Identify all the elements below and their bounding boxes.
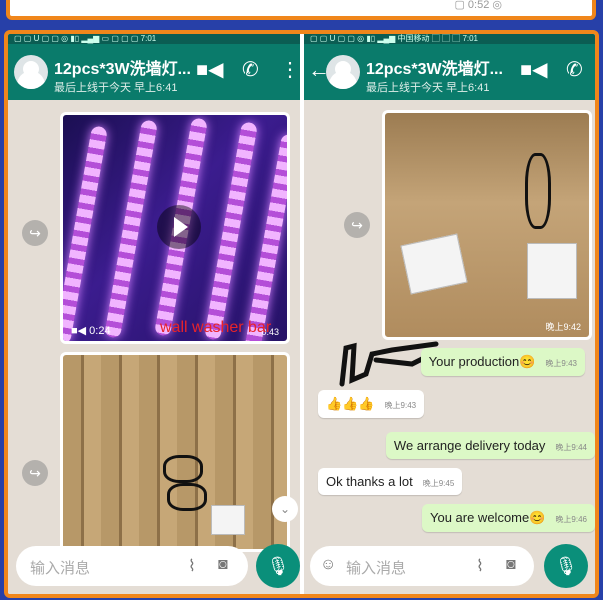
forward-icon[interactable]: ↪ [22, 220, 48, 246]
video-duration-text: 0:24 [89, 325, 111, 337]
camera-icon[interactable]: ◙ [218, 556, 228, 574]
play-icon[interactable] [157, 205, 201, 249]
chat-title[interactable]: 12pcs*3W洗墙灯... [54, 55, 191, 79]
message-placeholder: 输入消息 [346, 560, 407, 577]
video-call-icon[interactable]: ■◀ [196, 58, 223, 82]
cable-shape [163, 455, 203, 483]
video-duration: ■◀ 0:24 [71, 324, 111, 337]
paper-sheet [400, 233, 468, 295]
camera-icon[interactable]: ◙ [506, 556, 516, 574]
phone-icon[interactable]: ✆ [566, 58, 583, 82]
paper-sheet [211, 505, 245, 535]
chat-title[interactable]: 12pcs*3W洗墙灯... [366, 55, 503, 79]
emoji-icon[interactable]: ☺ [320, 556, 336, 574]
message-text: 👍👍👍 [326, 396, 375, 411]
video-message[interactable]: ■◀ 0:24 0:43 [60, 112, 290, 344]
outgoing-message[interactable]: We arrange delivery today 晚上9:44 [385, 432, 595, 459]
message-text: You are welcome😊 [429, 510, 546, 525]
cable-shape [525, 153, 551, 229]
message-time: 晚上9:43 [545, 359, 577, 368]
image-message[interactable] [60, 352, 290, 552]
message-input[interactable]: 输入消息 ⌇ ◙ [16, 546, 248, 586]
right-chat-panel: ▢ ▢ U ▢ ▢ ◎ ▮▯ ▂▄▆ 中国移动 ▢ ▢ ▢ 7:01 ← 12p… [304, 34, 595, 594]
menu-icon[interactable]: ⋮ [280, 58, 300, 82]
outgoing-message[interactable]: Your production😊 晚上9:43 [420, 348, 585, 376]
message-time: 晚上9:42 [545, 322, 581, 332]
status-bar: ▢ ▢ U ▢ ▢ ◎ ▮▯ ▂▄▆ 中国移动 ▢ ▢ ▢ 7:01 [304, 34, 595, 44]
outgoing-message[interactable]: You are welcome😊 晚上9:46 [421, 504, 595, 532]
chat-header: 12pcs*3W洗墙灯... 最后上线于今天 早上6:41 ■◀ ✆ ⋮ [8, 44, 300, 100]
message-time: 晚上9:44 [555, 443, 587, 452]
message-time: 晚上9:46 [555, 515, 587, 524]
chat-subtitle: 最后上线于今天 早上6:41 [54, 82, 178, 94]
message-placeholder: 输入消息 [30, 560, 91, 577]
previous-screenshot-text: ▢ 0:52 ◎ [454, 0, 502, 11]
attach-icon[interactable]: ⌇ [188, 556, 196, 576]
mic-icon[interactable]: 🎙 [544, 544, 588, 588]
camcorder-icon: ■◀ [71, 325, 90, 337]
message-time: 晚上9:43 [384, 401, 417, 410]
forward-icon[interactable]: ↪ [22, 460, 48, 486]
image-caption: wall washer bar [160, 319, 272, 336]
chevron-down-icon[interactable]: ⌄ [272, 496, 298, 522]
contact-avatar[interactable] [14, 55, 48, 89]
phone-icon[interactable]: ✆ [242, 58, 259, 82]
forward-icon[interactable]: ↪ [344, 212, 370, 238]
message-time: 晚上9:45 [422, 479, 455, 488]
screenshot-frame: ▢ ▢ U ▢ ▢ ◎ ▮▯ ▂▄▆ ▭ ▢ ▢ ▢ 7:01 12pcs*3W… [4, 30, 599, 598]
incoming-message[interactable]: Ok thanks a lot 晚上9:45 [318, 468, 463, 495]
status-bar: ▢ ▢ U ▢ ▢ ◎ ▮▯ ▂▄▆ ▭ ▢ ▢ ▢ 7:01 [8, 34, 300, 44]
left-chat-panel: ▢ ▢ U ▢ ▢ ◎ ▮▯ ▂▄▆ ▭ ▢ ▢ ▢ 7:01 12pcs*3W… [8, 34, 300, 594]
incoming-message[interactable]: 👍👍👍 晚上9:43 [318, 390, 425, 418]
chat-header: ← 12pcs*3W洗墙灯... 最后上线于今天 早上6:41 ■◀ ✆ [304, 44, 595, 100]
previous-screenshot-frame: ▢ 0:52 ◎ [6, 0, 596, 20]
message-text: Ok thanks a lot [326, 474, 413, 489]
contact-avatar[interactable] [326, 55, 360, 89]
message-text: Your production😊 [428, 354, 536, 369]
message-text: We arrange delivery today [393, 438, 546, 453]
paper-sheet [527, 243, 577, 299]
message-input[interactable]: ☺ 输入消息 ⌇ ◙ [310, 546, 534, 586]
video-call-icon[interactable]: ■◀ [520, 58, 547, 82]
cable-shape [167, 483, 207, 511]
mic-icon[interactable]: 🎙 [256, 544, 300, 588]
attach-icon[interactable]: ⌇ [476, 556, 484, 576]
chat-subtitle: 最后上线于今天 早上6:41 [366, 82, 490, 94]
image-message[interactable]: 晚上9:42 [382, 110, 592, 340]
